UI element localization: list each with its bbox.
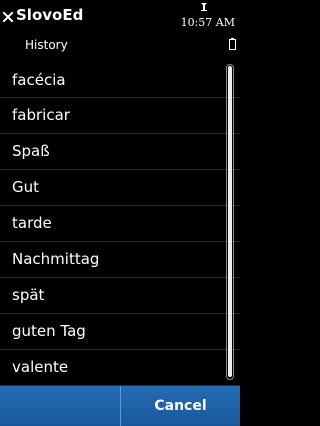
- view-subtitle: History: [25, 38, 68, 52]
- history-item[interactable]: guten Tag: [0, 314, 240, 350]
- history-item[interactable]: Spaß: [0, 134, 240, 170]
- status-bar: SlovoEd History 10:57 AM: [0, 0, 240, 62]
- cancel-button[interactable]: Cancel: [121, 386, 240, 426]
- battery-icon: [229, 38, 236, 50]
- history-item[interactable]: fabricar: [0, 98, 240, 134]
- history-item[interactable]: Nachmittag: [0, 242, 240, 278]
- history-item[interactable]: Gut: [0, 170, 240, 206]
- left-softkey[interactable]: [0, 386, 120, 426]
- history-item[interactable]: facécia: [0, 63, 240, 98]
- history-item[interactable]: tarde: [0, 206, 240, 242]
- softkey-bar: Cancel: [0, 386, 240, 426]
- clock: 10:57 AM: [180, 16, 235, 29]
- scrollbar[interactable]: [226, 64, 234, 380]
- signal-icon: [201, 3, 207, 11]
- close-icon[interactable]: [2, 10, 14, 24]
- app-title: SlovoEd: [16, 6, 84, 24]
- scrollbar-thumb[interactable]: [228, 66, 232, 377]
- history-item[interactable]: valente: [0, 350, 240, 386]
- history-list: facécia fabricar Spaß Gut tarde Nachmitt…: [0, 63, 240, 386]
- history-item[interactable]: spät: [0, 278, 240, 314]
